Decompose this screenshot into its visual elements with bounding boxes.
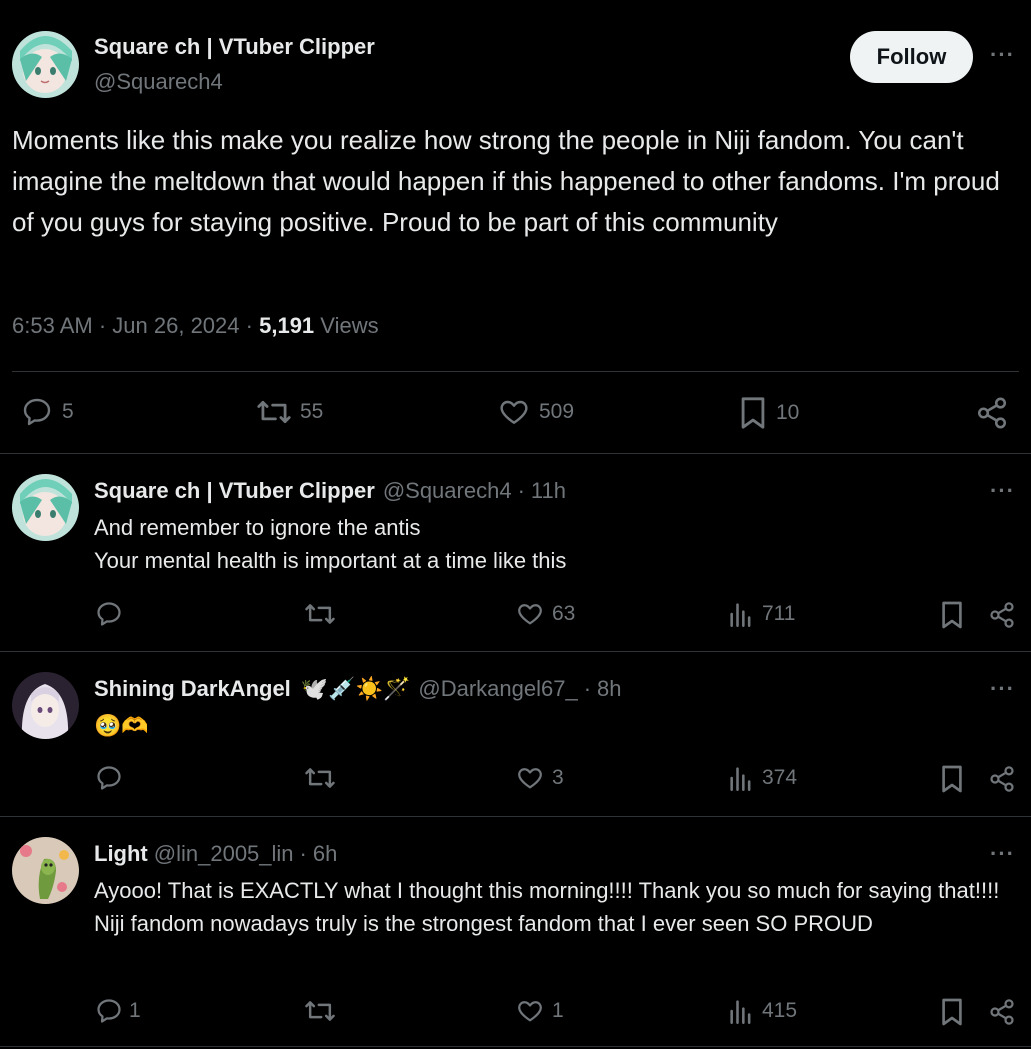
repost-button[interactable]: 55 <box>256 396 323 428</box>
reply-time[interactable]: 11h <box>531 478 566 504</box>
repost-icon <box>257 400 291 424</box>
views-icon <box>730 1000 751 1024</box>
views-icon <box>730 603 751 627</box>
share-button[interactable] <box>988 997 1016 1027</box>
repost-icon <box>305 604 335 624</box>
reply-icon <box>23 398 51 426</box>
reply-icon <box>97 766 121 790</box>
views-button[interactable]: 711 <box>728 600 795 628</box>
divider <box>12 371 1019 372</box>
bookmark-icon <box>741 397 765 429</box>
reply-header: Light @lin_2005_lin · 6h <box>94 841 338 867</box>
like-button[interactable]: 63 <box>516 600 575 628</box>
like-button[interactable]: 509 <box>497 396 574 428</box>
bookmark-icon <box>942 998 962 1026</box>
post-meta: 6:53 AM · Jun 26, 2024 · 5,191 Views <box>12 313 379 338</box>
follow-button[interactable]: Follow <box>850 31 973 83</box>
like-count: 1 <box>552 999 564 1022</box>
bookmark-icon <box>942 765 962 793</box>
like-icon <box>518 1001 542 1022</box>
views-count: 374 <box>762 766 798 789</box>
reply-count: 5 <box>62 400 74 423</box>
reply-display-name[interactable]: Square ch | VTuber Clipper <box>94 478 375 504</box>
reply-icon <box>97 602 121 626</box>
main-post-text: Moments like this make you realize how s… <box>12 125 1000 237</box>
more-icon[interactable]: ··· <box>990 478 1015 504</box>
reply-button[interactable] <box>95 764 123 792</box>
more-icon[interactable]: ··· <box>990 841 1015 867</box>
share-button[interactable] <box>988 764 1016 794</box>
main-post-handle[interactable]: @Squarech4 <box>94 69 223 95</box>
like-icon <box>500 400 528 424</box>
reply-time[interactable]: 8h <box>597 676 621 702</box>
post-date[interactable]: Jun 26, 2024 <box>112 313 239 338</box>
repost-button[interactable] <box>304 600 336 628</box>
reply-button[interactable] <box>95 600 123 628</box>
like-button[interactable]: 3 <box>516 764 564 792</box>
share-icon <box>990 602 1014 628</box>
reply-avatar[interactable] <box>12 474 79 541</box>
bookmark-button[interactable] <box>940 764 964 794</box>
reply-header: Square ch | VTuber Clipper @Squarech4 · … <box>94 478 566 504</box>
reply-button[interactable]: 1 <box>95 997 141 1025</box>
reply-handle[interactable]: @Squarech4 <box>383 478 512 504</box>
views-label: Views <box>320 313 379 338</box>
main-post-display-name[interactable]: Square ch | VTuber Clipper <box>94 34 375 60</box>
repost-button[interactable] <box>304 764 336 792</box>
reply-avatar[interactable] <box>12 837 79 904</box>
reply-text-line: 🥹🫶 <box>94 713 149 738</box>
share-icon <box>990 766 1014 792</box>
share-icon <box>977 397 1007 429</box>
views-count: 415 <box>762 999 798 1022</box>
repost-icon <box>305 768 335 788</box>
bookmark-count: 10 <box>776 401 800 424</box>
repost-count: 55 <box>300 400 324 423</box>
reply-icon <box>97 999 121 1023</box>
like-button[interactable]: 1 <box>516 997 564 1025</box>
views-button[interactable]: 374 <box>728 764 797 792</box>
reply-button[interactable]: 5 <box>20 396 74 428</box>
reply-header: Shining DarkAngel 🕊️💉☀️🪄 @Darkangel67_ ·… <box>94 676 622 702</box>
views-button[interactable]: 415 <box>728 997 797 1025</box>
repost-button[interactable] <box>304 997 336 1025</box>
reply-count: 1 <box>129 999 141 1022</box>
views-icon <box>730 767 751 791</box>
name-emoji: 🕊️💉☀️🪄 <box>300 676 411 701</box>
views-count: 5,191 <box>259 313 315 338</box>
bookmark-button[interactable]: 10 <box>738 396 799 430</box>
repost-icon <box>305 1001 335 1021</box>
post-time[interactable]: 6:53 AM <box>12 313 93 338</box>
reply-display-name[interactable]: Shining DarkAngel <box>94 676 291 702</box>
divider <box>0 453 1031 454</box>
reply-display-name[interactable]: Light <box>94 841 148 867</box>
reply-handle[interactable]: @Darkangel67_ <box>418 676 577 702</box>
reply-text: Ayooo! That is EXACTLY what I thought th… <box>94 878 1000 936</box>
like-count: 3 <box>552 766 564 789</box>
divider <box>0 1046 1031 1047</box>
more-icon[interactable]: ··· <box>990 676 1015 702</box>
bookmark-icon <box>942 601 962 629</box>
divider <box>0 651 1031 652</box>
like-count: 509 <box>539 400 575 423</box>
like-icon <box>518 604 542 625</box>
reply-text-line: And remember to ignore the antis <box>94 515 421 540</box>
main-post-avatar[interactable] <box>12 31 79 98</box>
share-button[interactable] <box>975 396 1009 430</box>
views-count: 711 <box>762 602 796 625</box>
bookmark-button[interactable] <box>940 600 964 630</box>
more-icon[interactable]: ··· <box>990 42 1015 68</box>
reply-text-line: Your mental health is important at a tim… <box>94 548 567 573</box>
reply-handle[interactable]: @lin_2005_lin <box>154 841 294 867</box>
reply-avatar[interactable] <box>12 672 79 739</box>
like-icon <box>518 768 542 789</box>
like-count: 63 <box>552 602 576 625</box>
divider <box>0 816 1031 817</box>
share-button[interactable] <box>988 600 1016 630</box>
share-icon <box>990 999 1014 1025</box>
bookmark-button[interactable] <box>940 997 964 1027</box>
reply-time[interactable]: 6h <box>313 841 337 867</box>
